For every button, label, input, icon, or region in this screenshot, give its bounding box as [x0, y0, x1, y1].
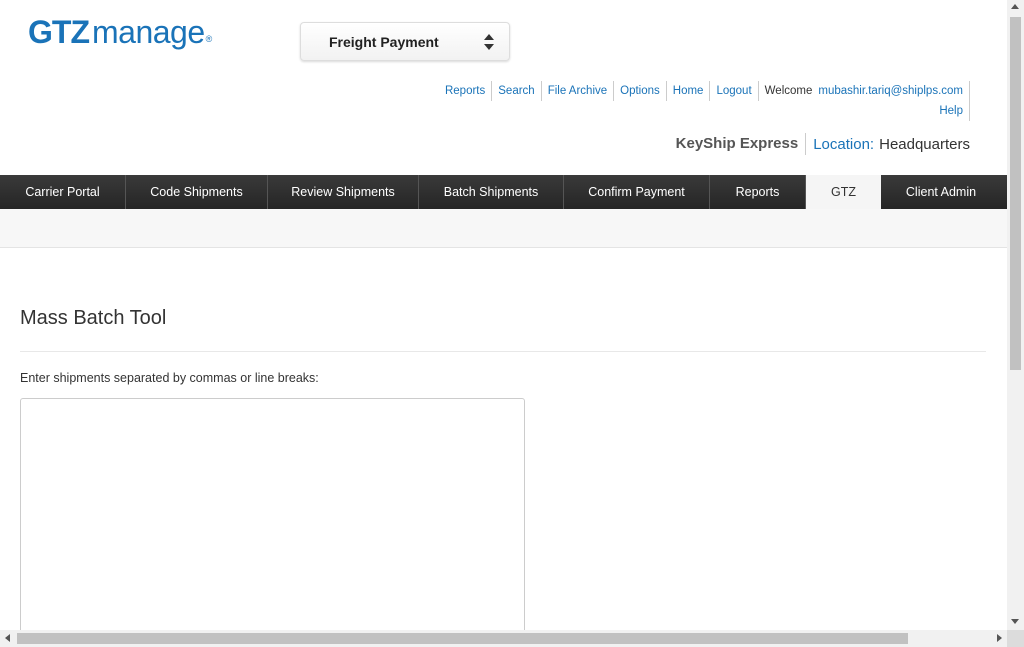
tab-batch-shipments[interactable]: Batch Shipments: [419, 175, 564, 209]
title-divider: [20, 351, 986, 352]
scroll-down-arrow-icon[interactable]: [1011, 619, 1019, 624]
top-link-logout[interactable]: Logout: [710, 81, 759, 101]
vertical-scroll-thumb[interactable]: [1010, 17, 1021, 370]
horizontal-scrollbar[interactable]: [0, 630, 1007, 647]
logo-manage: manage: [91, 14, 205, 50]
tab-gtz[interactable]: GTZ: [806, 175, 881, 209]
scroll-right-arrow-icon[interactable]: [997, 634, 1002, 642]
top-link-reports[interactable]: Reports: [439, 81, 493, 101]
horizontal-scroll-thumb[interactable]: [17, 633, 908, 644]
shipments-textarea[interactable]: [20, 398, 525, 630]
location-value: Headquarters: [879, 135, 970, 153]
help-link[interactable]: Help: [933, 101, 970, 121]
location-label[interactable]: Location:: [806, 136, 874, 153]
product-selector[interactable]: Freight Payment: [300, 22, 510, 61]
vertical-scrollbar[interactable]: [1007, 0, 1024, 630]
product-selector-label: Freight Payment: [329, 34, 439, 50]
scrollbar-corner: [1007, 630, 1024, 647]
top-link-home[interactable]: Home: [667, 81, 711, 101]
scroll-up-arrow-icon[interactable]: [1011, 4, 1019, 9]
top-links: Reports Search File Archive Options Home…: [439, 81, 970, 101]
instructions-label: Enter shipments separated by commas or l…: [20, 371, 319, 385]
tab-review-shipments[interactable]: Review Shipments: [268, 175, 419, 209]
user-email-link[interactable]: mubashir.tariq@shiplps.com: [818, 81, 970, 101]
welcome-text: Welcome: [764, 85, 813, 97]
top-link-options[interactable]: Options: [614, 81, 667, 101]
logo-gtz: GTZ: [28, 14, 90, 50]
tab-carrier-portal[interactable]: Carrier Portal: [0, 175, 126, 209]
main-nav: Carrier Portal Code Shipments Review Shi…: [0, 175, 1007, 209]
tab-code-shipments[interactable]: Code Shipments: [126, 175, 268, 209]
tab-client-admin[interactable]: Client Admin: [881, 175, 1001, 209]
page-title: Mass Batch Tool: [20, 307, 167, 329]
sub-nav-bar: [0, 209, 1007, 248]
top-link-file-archive[interactable]: File Archive: [542, 81, 615, 101]
company-location: KeyShip Express Location: Headquarters: [676, 133, 970, 155]
gtzmanage-logo[interactable]: GTZmanage®: [28, 14, 212, 51]
page: GTZmanage® Freight Payment Reports Searc…: [0, 0, 1007, 630]
tab-reports[interactable]: Reports: [710, 175, 806, 209]
logo-registered-mark: ®: [205, 33, 213, 44]
tab-confirm-payment[interactable]: Confirm Payment: [564, 175, 710, 209]
scroll-left-arrow-icon[interactable]: [5, 634, 10, 642]
top-link-search[interactable]: Search: [492, 81, 542, 101]
sort-arrows-icon: [484, 34, 494, 50]
company-name: KeyShip Express: [676, 133, 807, 155]
